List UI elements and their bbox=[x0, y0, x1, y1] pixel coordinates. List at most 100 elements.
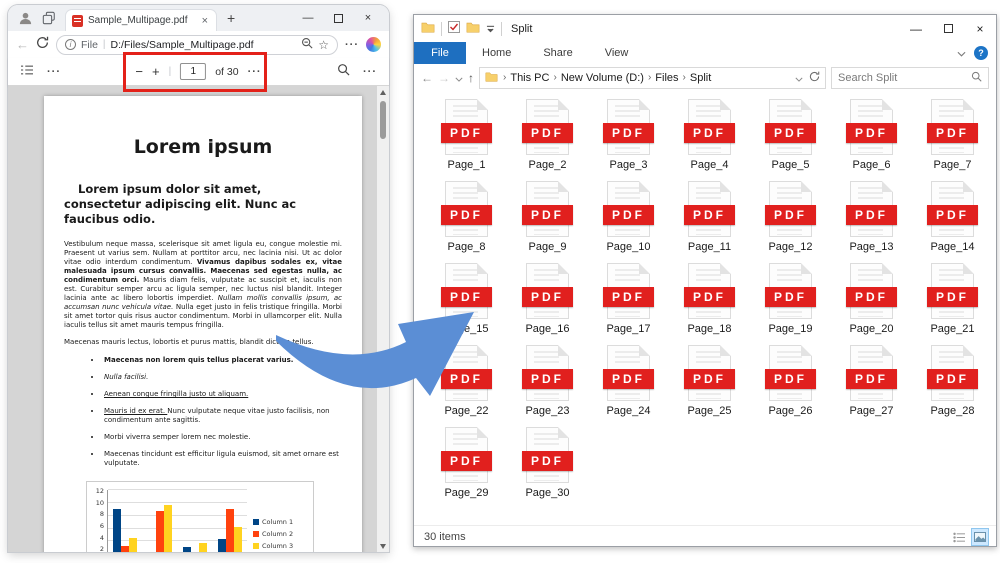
info-icon[interactable]: i bbox=[65, 39, 76, 50]
chart-bar bbox=[113, 509, 121, 552]
file-item[interactable]: PDF Page_5 bbox=[750, 99, 831, 171]
address-divider: | bbox=[103, 39, 106, 50]
explorer-close-button[interactable]: × bbox=[964, 15, 996, 42]
qat-divider bbox=[441, 22, 442, 36]
edge-close-button[interactable]: × bbox=[353, 6, 383, 30]
breadcrumb-bar[interactable]: › This PC › New Volume (D:) › Files › Sp… bbox=[479, 67, 826, 89]
scroll-up-icon[interactable] bbox=[377, 86, 389, 98]
file-item[interactable]: PDF Page_14 bbox=[912, 181, 993, 253]
file-item[interactable]: PDF Page_10 bbox=[588, 181, 669, 253]
file-item[interactable]: PDF Page_4 bbox=[669, 99, 750, 171]
file-item[interactable]: PDF Page_16 bbox=[507, 263, 588, 335]
help-icon[interactable]: ? bbox=[974, 46, 988, 60]
file-item[interactable]: PDF Page_8 bbox=[426, 181, 507, 253]
file-item[interactable]: PDF Page_6 bbox=[831, 99, 912, 171]
file-item[interactable]: PDF Page_29 bbox=[426, 427, 507, 499]
browser-menu-icon[interactable]: ··· bbox=[345, 39, 359, 51]
scroll-down-icon[interactable] bbox=[377, 540, 389, 552]
ribbon-tab-file[interactable]: File bbox=[414, 42, 466, 64]
edge-maximize-button[interactable] bbox=[323, 6, 353, 30]
file-item[interactable]: PDF Page_3 bbox=[588, 99, 669, 171]
page-fold-corner bbox=[720, 263, 731, 274]
profile-icon[interactable] bbox=[18, 11, 33, 26]
file-item[interactable]: PDF Page_9 bbox=[507, 181, 588, 253]
file-item[interactable]: PDF Page_27 bbox=[831, 345, 912, 417]
zoom-out-button[interactable]: − bbox=[135, 64, 143, 79]
edge-minimize-button[interactable]: — bbox=[293, 6, 323, 30]
file-item[interactable]: PDF Page_12 bbox=[750, 181, 831, 253]
file-item[interactable]: PDF Page_1 bbox=[426, 99, 507, 171]
pdf-menu-icon[interactable]: ··· bbox=[363, 66, 377, 78]
breadcrumb-segment[interactable]: Split bbox=[688, 72, 713, 84]
favorite-star-icon[interactable]: ☆ bbox=[318, 38, 329, 52]
breadcrumb-segment[interactable]: Files bbox=[653, 72, 680, 84]
properties-check-icon[interactable] bbox=[448, 20, 460, 38]
chart-y-tick: 8 bbox=[100, 510, 104, 518]
search-document-icon[interactable] bbox=[337, 63, 350, 81]
refresh-icon[interactable] bbox=[36, 36, 49, 54]
file-name-label: Page_5 bbox=[772, 159, 810, 171]
nav-up-icon[interactable]: ↑ bbox=[468, 71, 474, 85]
explorer-minimize-button[interactable]: — bbox=[900, 15, 932, 42]
zoom-in-button[interactable]: + bbox=[152, 64, 160, 79]
file-item[interactable]: PDF Page_17 bbox=[588, 263, 669, 335]
file-item[interactable]: PDF Page_26 bbox=[750, 345, 831, 417]
ribbon-tab-home[interactable]: Home bbox=[466, 42, 527, 64]
new-tab-button[interactable]: + bbox=[227, 10, 235, 26]
thumbnail-view-icon[interactable] bbox=[971, 528, 989, 546]
chart-legend: Column 1Column 2Column 3 bbox=[247, 490, 309, 552]
search-box[interactable] bbox=[831, 67, 989, 89]
chart-bar bbox=[129, 538, 137, 552]
search-input[interactable] bbox=[838, 72, 967, 84]
page-options-icon[interactable]: ··· bbox=[248, 66, 262, 78]
file-item[interactable]: PDF Page_25 bbox=[669, 345, 750, 417]
file-item[interactable]: PDF Page_22 bbox=[426, 345, 507, 417]
ribbon-collapse-chevron-icon[interactable] bbox=[957, 44, 966, 62]
qat-dropdown-icon[interactable] bbox=[486, 20, 495, 38]
address-dropdown-chevron-icon[interactable] bbox=[795, 69, 803, 87]
file-item[interactable]: PDF Page_23 bbox=[507, 345, 588, 417]
tab-close-icon[interactable]: × bbox=[200, 15, 210, 27]
pdf-badge: PDF bbox=[846, 205, 897, 225]
file-item[interactable]: PDF Page_13 bbox=[831, 181, 912, 253]
zoom-out-icon[interactable] bbox=[301, 36, 313, 54]
file-item[interactable]: PDF Page_19 bbox=[750, 263, 831, 335]
page-number-input[interactable] bbox=[180, 63, 206, 80]
pdf-scrollbar[interactable] bbox=[377, 86, 389, 552]
address-bar[interactable]: i File | D:/Files/Sample_Multipage.pdf ☆ bbox=[56, 35, 338, 55]
details-view-icon[interactable] bbox=[950, 528, 968, 546]
workspaces-icon[interactable] bbox=[42, 11, 56, 25]
toolbar-more-icon[interactable]: ··· bbox=[47, 66, 61, 78]
file-item[interactable]: PDF Page_21 bbox=[912, 263, 993, 335]
back-icon[interactable]: ← bbox=[16, 37, 29, 52]
file-item[interactable]: PDF Page_18 bbox=[669, 263, 750, 335]
ribbon-tab-view[interactable]: View bbox=[589, 42, 645, 64]
nav-history-chevron-icon[interactable] bbox=[455, 69, 463, 87]
pdf-file-icon: PDF bbox=[769, 181, 812, 237]
file-item[interactable]: PDF Page_11 bbox=[669, 181, 750, 253]
file-item[interactable]: PDF Page_7 bbox=[912, 99, 993, 171]
copilot-icon[interactable] bbox=[366, 37, 381, 52]
breadcrumb-chevron-icon: › bbox=[681, 72, 688, 83]
file-item[interactable]: PDF Page_2 bbox=[507, 99, 588, 171]
browser-tab[interactable]: Sample_Multipage.pdf × bbox=[65, 9, 217, 31]
nav-forward-icon[interactable]: → bbox=[438, 71, 450, 85]
file-item[interactable]: PDF Page_15 bbox=[426, 263, 507, 335]
page-fold-corner bbox=[963, 181, 974, 192]
breadcrumb-segment[interactable]: New Volume (D:) bbox=[559, 72, 646, 84]
new-folder-icon[interactable] bbox=[466, 20, 480, 38]
file-item[interactable]: PDF Page_24 bbox=[588, 345, 669, 417]
table-of-contents-icon[interactable] bbox=[20, 63, 34, 81]
address-refresh-icon[interactable] bbox=[809, 69, 820, 87]
scrollbar-thumb[interactable] bbox=[380, 101, 386, 139]
ribbon-tab-share[interactable]: Share bbox=[527, 42, 588, 64]
file-item[interactable]: PDF Page_20 bbox=[831, 263, 912, 335]
file-item[interactable]: PDF Page_30 bbox=[507, 427, 588, 499]
list-item: Aenean congue fringilla justo ut aliquam… bbox=[102, 390, 342, 399]
chart-gridline bbox=[108, 502, 247, 503]
breadcrumb-segment[interactable]: This PC bbox=[508, 72, 551, 84]
file-item[interactable]: PDF Page_28 bbox=[912, 345, 993, 417]
explorer-maximize-button[interactable] bbox=[932, 15, 964, 42]
nav-back-icon[interactable]: ← bbox=[421, 71, 433, 85]
list-item: Nulla facilisi. bbox=[102, 373, 342, 382]
